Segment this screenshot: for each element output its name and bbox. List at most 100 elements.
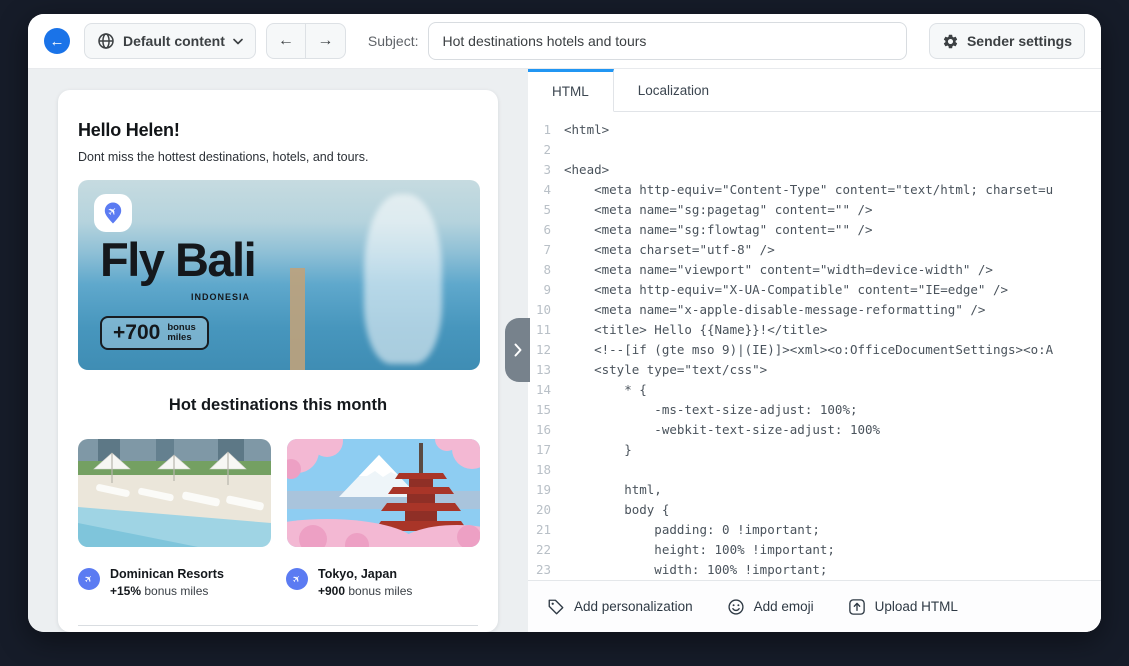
line-text: padding: 0 !important;	[564, 520, 820, 540]
line-number: 5	[528, 200, 564, 220]
line-text: -webkit-text-size-adjust: 100%	[564, 420, 880, 440]
line-number: 18	[528, 460, 564, 480]
back-button[interactable]: ←	[44, 28, 70, 54]
hero-bonus-unit-line2: miles	[167, 332, 191, 343]
editor-footer-toolbar: Add personalization Add emoji	[528, 580, 1101, 632]
card-footer-divider	[78, 625, 478, 626]
upload-html-button[interactable]: Upload HTML	[848, 598, 958, 616]
airplane-pin-icon: ✈	[78, 568, 100, 590]
destination-bonus: +15% bonus miles	[110, 584, 224, 598]
line-text: html,	[564, 480, 662, 500]
destination-name: Dominican Resorts	[110, 567, 224, 581]
destination-captions-row: ✈ Dominican Resorts +15% bonus miles ✈ T…	[78, 567, 478, 598]
code-line: 5 <meta name="sg:pagetag" content="" />	[528, 200, 1101, 220]
line-text: <!--[if (gte mso 9)|(IE)]><xml><o:Office…	[564, 340, 1053, 360]
editor-tabbar: HTML Localization	[528, 69, 1101, 112]
line-text: width: 100% !important;	[564, 560, 827, 580]
line-number: 13	[528, 360, 564, 380]
bonus-value: +15%	[110, 584, 141, 598]
line-text: <meta name="viewport" content="width=dev…	[564, 260, 993, 280]
code-line: 6 <meta name="sg:flowtag" content="" />	[528, 220, 1101, 240]
line-text: <html>	[564, 120, 609, 140]
line-text: <head>	[564, 160, 609, 180]
code-line: 23 width: 100% !important;	[528, 560, 1101, 580]
sender-settings-button[interactable]: Sender settings	[929, 23, 1085, 59]
line-number: 6	[528, 220, 564, 240]
line-text: }	[564, 440, 632, 460]
tab-localization[interactable]: Localization	[614, 69, 733, 111]
add-personalization-button[interactable]: Add personalization	[547, 598, 693, 616]
gear-icon	[942, 33, 959, 50]
line-text: body {	[564, 500, 669, 520]
line-number: 2	[528, 140, 564, 160]
undo-back-button[interactable]: ←	[267, 24, 306, 58]
destination-image-dominican	[78, 439, 271, 547]
destinations-section-title: Hot destinations this month	[78, 396, 478, 415]
add-emoji-button[interactable]: Add emoji	[727, 598, 814, 616]
hero-figure-decoration	[364, 194, 442, 364]
code-line: 2	[528, 140, 1101, 160]
line-number: 22	[528, 540, 564, 560]
html-code-editor[interactable]: 1<html> 2 3<head> 4 <meta http-equiv="Co…	[528, 112, 1101, 580]
line-text: <meta http-equiv="X-UA-Compatible" conte…	[564, 280, 1008, 300]
chevron-down-icon	[233, 38, 243, 45]
code-line: 19 html,	[528, 480, 1101, 500]
hero-bonus-unit: bonus miles	[167, 323, 196, 344]
hero-bonus-unit-line1: bonus	[167, 322, 196, 333]
upload-icon	[848, 598, 866, 616]
add-personalization-label: Add personalization	[574, 599, 693, 614]
arrow-right-icon: →	[317, 32, 333, 50]
email-subtitle: Dont miss the hottest destinations, hote…	[78, 150, 478, 164]
hero-bonus-badge: +700 bonus miles	[100, 316, 209, 350]
destination-name: Tokyo, Japan	[318, 567, 412, 581]
line-number: 17	[528, 440, 564, 460]
code-line: 22 height: 100% !important;	[528, 540, 1101, 560]
bonus-label: bonus miles	[141, 584, 208, 598]
sender-settings-label: Sender settings	[967, 33, 1072, 49]
line-number: 7	[528, 240, 564, 260]
line-number: 10	[528, 300, 564, 320]
hero-post-decoration	[290, 268, 305, 370]
code-line: 10 <meta name="x-apple-disable-message-r…	[528, 300, 1101, 320]
email-preview-pane: Hello Helen! Dont miss the hottest desti…	[28, 69, 528, 632]
code-line: 13 <style type="text/css">	[528, 360, 1101, 380]
subject-input[interactable]	[428, 22, 906, 60]
line-number: 12	[528, 340, 564, 360]
code-line: 12 <!--[if (gte mso 9)|(IE)]><xml><o:Off…	[528, 340, 1101, 360]
line-text: height: 100% !important;	[564, 540, 835, 560]
line-number: 1	[528, 120, 564, 140]
line-text: <meta http-equiv="Content-Type" content=…	[564, 180, 1053, 200]
code-line: 21 padding: 0 !important;	[528, 520, 1101, 540]
add-emoji-label: Add emoji	[754, 599, 814, 614]
airplane-icon: ✈	[290, 572, 304, 586]
destination-bonus: +900 bonus miles	[318, 584, 412, 598]
code-line: 1<html>	[528, 120, 1101, 140]
line-number: 16	[528, 420, 564, 440]
line-text: <meta name="sg:pagetag" content="" />	[564, 200, 873, 220]
code-line: 3<head>	[528, 160, 1101, 180]
line-number: 20	[528, 500, 564, 520]
redo-forward-button[interactable]: →	[306, 24, 345, 58]
top-toolbar: ← Default content ← → Subject: Sender se…	[28, 14, 1101, 69]
collapse-panel-handle[interactable]	[505, 318, 530, 382]
email-greeting: Hello Helen!	[78, 120, 478, 141]
airplane-pin-icon: ✈	[286, 568, 308, 590]
line-text: <meta charset="utf-8" />	[564, 240, 775, 260]
line-text: <meta name="sg:flowtag" content="" />	[564, 220, 873, 240]
content-selector-dropdown[interactable]: Default content	[84, 23, 256, 59]
line-text: <meta name="x-apple-disable-message-refo…	[564, 300, 985, 320]
line-text: <style type="text/css">	[564, 360, 767, 380]
history-nav-group: ← →	[266, 23, 346, 59]
code-line: 11 <title> Hello {{Name}}!</title>	[528, 320, 1101, 340]
line-text: -ms-text-size-adjust: 100%;	[564, 400, 858, 420]
destination-images-row	[78, 439, 478, 547]
bonus-value: +900	[318, 584, 345, 598]
code-line: 7 <meta charset="utf-8" />	[528, 240, 1101, 260]
destination-caption-tokyo: ✈ Tokyo, Japan +900 bonus miles	[286, 567, 478, 598]
code-editor-pane: HTML Localization 1<html> 2 3<head> 4 <m…	[528, 69, 1101, 632]
subject-label: Subject:	[368, 33, 419, 49]
line-number: 4	[528, 180, 564, 200]
airline-pin-icon: ✈	[94, 194, 132, 232]
tab-html[interactable]: HTML	[528, 69, 614, 112]
bonus-label: bonus miles	[345, 584, 412, 598]
